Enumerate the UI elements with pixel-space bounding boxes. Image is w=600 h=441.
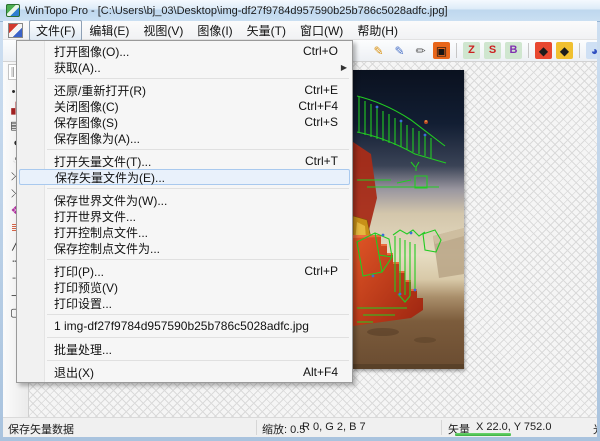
window-title: WinTopo Pro - [C:\Users\bj_03\Desktop\im… xyxy=(25,4,448,17)
menu-item-open-image[interactable]: 打开图像(O)... Ctrl+O xyxy=(17,43,352,59)
status-divider xyxy=(256,420,257,435)
menu-item-label: 保存世界文件为(W)... xyxy=(54,193,168,208)
zoom-s-icon[interactable]: S xyxy=(484,42,501,59)
menu-separator xyxy=(47,259,349,260)
menubar: 文件(F) 编辑(E) 视图(V) 图像(I) 矢量(T) 窗口(W) 帮助(H) xyxy=(3,19,597,41)
menu-item-shortcut: Ctrl+S xyxy=(304,115,338,129)
toolbar-separator xyxy=(528,43,529,58)
menu-item-shortcut: Alt+F4 xyxy=(302,365,338,379)
menu-item-open-vector-file[interactable]: 打开矢量文件(T)... Ctrl+T xyxy=(17,153,352,169)
statusbar: 保存矢量数据 缩放: 0.5 R 0, G 2, B 7 矢量 X 22.0, … xyxy=(3,417,597,437)
crop-icon[interactable]: ▣ xyxy=(433,42,450,59)
status-clipped-text: 光 xyxy=(593,421,597,437)
file-menu-popup: 打开图像(O)... Ctrl+O 获取(A).. ▶ 还原/重新打开(R) Ctrl+E… xyxy=(16,40,353,383)
menu-item-label: 保存控制点文件为... xyxy=(54,241,161,256)
menu-item-label: 保存矢量文件为(E)... xyxy=(55,170,165,185)
menu-item-label: 保存图像为(A)... xyxy=(54,131,140,146)
menu-item-shortcut: Ctrl+O xyxy=(302,44,338,58)
menu-item-print-preview[interactable]: 打印预览(V) xyxy=(17,279,352,295)
app-icon xyxy=(6,4,20,17)
menubar-item-file[interactable]: 文件(F) xyxy=(29,19,83,41)
menu-item-label: 关闭图像(C) xyxy=(54,99,119,114)
document-icon[interactable] xyxy=(8,22,23,38)
menu-item-label: 获取(A).. xyxy=(54,60,101,75)
toolbar-separator xyxy=(579,43,580,58)
menu-item-shortcut: Ctrl+F4 xyxy=(298,99,338,113)
menu-item-print-setup[interactable]: 打印设置... xyxy=(17,295,352,311)
menubar-item-view[interactable]: 视图(V) xyxy=(136,20,190,41)
pencil-icon[interactable]: ✎ xyxy=(370,42,387,59)
menu-item-shortcut: Ctrl+T xyxy=(305,154,338,168)
pencil-fill-icon[interactable]: ✏ xyxy=(412,42,429,59)
menu-item-label: 退出(X) xyxy=(54,365,94,380)
menu-item-label: 打印预览(V) xyxy=(54,280,118,295)
menu-item-print[interactable]: 打印(P)... Ctrl+P xyxy=(17,263,352,279)
menubar-item-edit[interactable]: 编辑(E) xyxy=(82,20,136,41)
menu-item-label: 打开矢量文件(T)... xyxy=(54,154,152,169)
menu-item-save-vector-file-as[interactable]: 保存矢量文件为(E)... xyxy=(19,169,350,185)
vector-yellow-diamond-icon[interactable]: ◆ xyxy=(556,42,573,59)
menu-item-batch-process[interactable]: 批量处理... xyxy=(17,341,352,357)
zoom-b-icon[interactable]: B xyxy=(505,42,522,59)
menubar-item-vector[interactable]: 矢量(T) xyxy=(240,20,293,41)
menu-item-label: 打印设置... xyxy=(54,296,113,311)
file-menu-items: 打开图像(O)... Ctrl+O 获取(A).. ▶ 还原/重新打开(R) Ctrl+E… xyxy=(17,43,352,380)
status-divider xyxy=(441,420,442,435)
menu-item-open-control-point-file[interactable]: 打开控制点文件... xyxy=(17,224,352,240)
status-message: 保存矢量数据 xyxy=(8,424,74,436)
menu-item-label: 批量处理... xyxy=(54,342,113,357)
submenu-arrow-icon: ▶ xyxy=(340,62,347,72)
toolbar-separator xyxy=(456,43,457,58)
menu-item-recent-file-1[interactable]: 1 img-df27f9784d957590b25b786c5028adfc.j… xyxy=(17,318,352,334)
zoom-z-icon[interactable]: Z xyxy=(463,42,480,59)
menu-separator xyxy=(47,149,349,150)
menu-separator xyxy=(47,360,349,361)
menu-separator xyxy=(47,337,349,338)
menu-item-label: 打开世界文件... xyxy=(54,209,137,224)
menu-item-shortcut: Ctrl+P xyxy=(304,264,338,278)
menu-item-shortcut: Ctrl+E xyxy=(304,83,338,97)
menu-item-save-image-as[interactable]: 保存图像为(A)... xyxy=(17,130,352,146)
menu-item-label: 1 img-df27f9784d957590b25b786c5028adfc.j… xyxy=(54,319,309,333)
menu-item-revert-reopen[interactable]: 还原/重新打开(R) Ctrl+E xyxy=(17,82,352,98)
menubar-item-image[interactable]: 图像(I) xyxy=(190,20,239,41)
menubar-item-window[interactable]: 窗口(W) xyxy=(293,20,350,41)
menu-item-label: 保存图像(S) xyxy=(54,115,118,130)
menu-item-acquire[interactable]: 获取(A).. ▶ xyxy=(17,59,352,75)
menu-item-save-world-file-as[interactable]: 保存世界文件为(W)... xyxy=(17,192,352,208)
one-touch-vectorize-icon[interactable]: ◕ xyxy=(586,42,597,59)
menubar-items: 文件(F) 编辑(E) 视图(V) 图像(I) 矢量(T) 窗口(W) 帮助(H) xyxy=(29,19,405,41)
toolbar-items: ✎✎✏▣ZSB◆◆◕ xyxy=(370,42,597,59)
status-progress-bar xyxy=(455,433,511,436)
pencil-edit-icon[interactable]: ✎ xyxy=(391,42,408,59)
menu-separator xyxy=(47,314,349,315)
vector-red-diamond-icon[interactable]: ◆ xyxy=(535,42,552,59)
menu-item-label: 还原/重新打开(R) xyxy=(54,83,146,98)
menu-item-label: 打印(P)... xyxy=(54,264,104,279)
menubar-item-help[interactable]: 帮助(H) xyxy=(350,20,405,41)
menu-item-save-control-point-file-as[interactable]: 保存控制点文件为... xyxy=(17,240,352,256)
menu-item-label: 打开图像(O)... xyxy=(54,44,130,59)
menu-separator xyxy=(47,78,349,79)
app-window: WinTopo Pro - [C:\Users\bj_03\Desktop\im… xyxy=(0,0,600,441)
status-vector-coords: X 22.0, Y 752.0 xyxy=(476,421,552,433)
menu-item-open-world-file[interactable]: 打开世界文件... xyxy=(17,208,352,224)
traced-image-graphic xyxy=(353,70,464,369)
status-rgb: R 0, G 2, B 7 xyxy=(302,421,366,433)
menu-item-save-image[interactable]: 保存图像(S) Ctrl+S xyxy=(17,114,352,130)
menu-separator xyxy=(47,188,349,189)
menu-item-label: 打开控制点文件... xyxy=(54,225,149,240)
menu-item-close-image[interactable]: 关闭图像(C) Ctrl+F4 xyxy=(17,98,352,114)
traced-image[interactable] xyxy=(353,70,464,369)
status-zoom: 缩放: 0.5 xyxy=(262,424,306,436)
menu-item-exit[interactable]: 退出(X) Alt+F4 xyxy=(17,364,352,380)
